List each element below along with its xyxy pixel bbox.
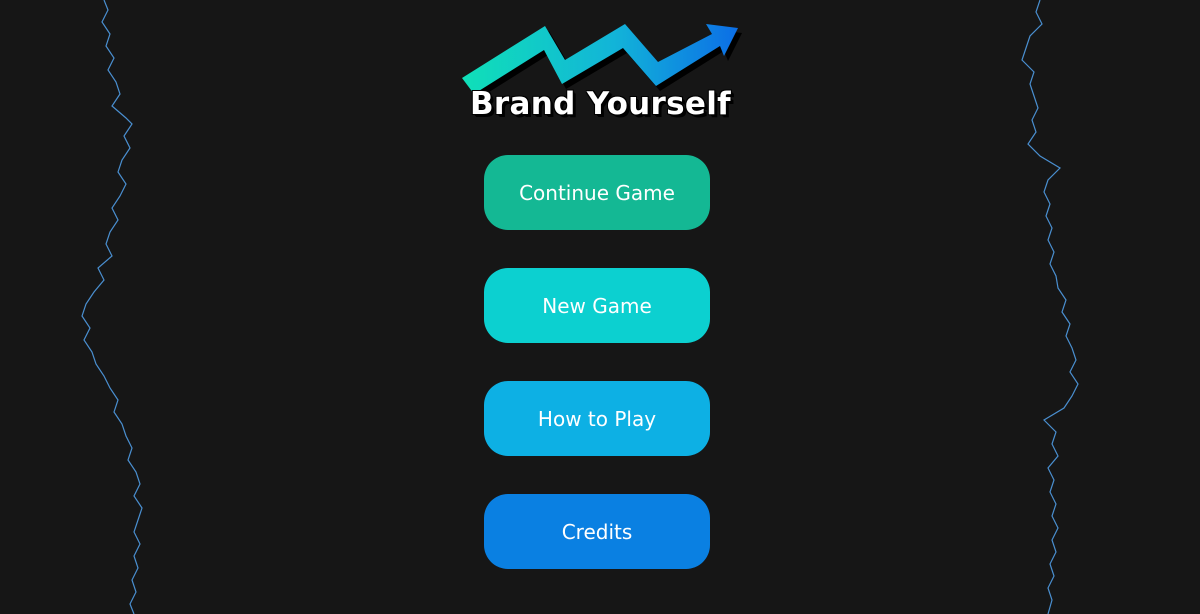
main-menu: Continue Game New Game How to Play Credi… [484, 155, 710, 569]
continue-game-button[interactable]: Continue Game [484, 155, 710, 230]
credits-button[interactable]: Credits [484, 494, 710, 569]
how-to-play-button[interactable]: How to Play [484, 381, 710, 456]
left-waveform-decoration [81, 0, 143, 614]
left-waveform-line [81, 0, 143, 614]
game-logo: Brand Yourself [440, 10, 760, 125]
game-title: Brand Yourself [470, 86, 731, 122]
right-waveform-decoration [1021, 0, 1079, 614]
new-game-button[interactable]: New Game [484, 268, 710, 343]
right-waveform-line [1021, 0, 1079, 614]
